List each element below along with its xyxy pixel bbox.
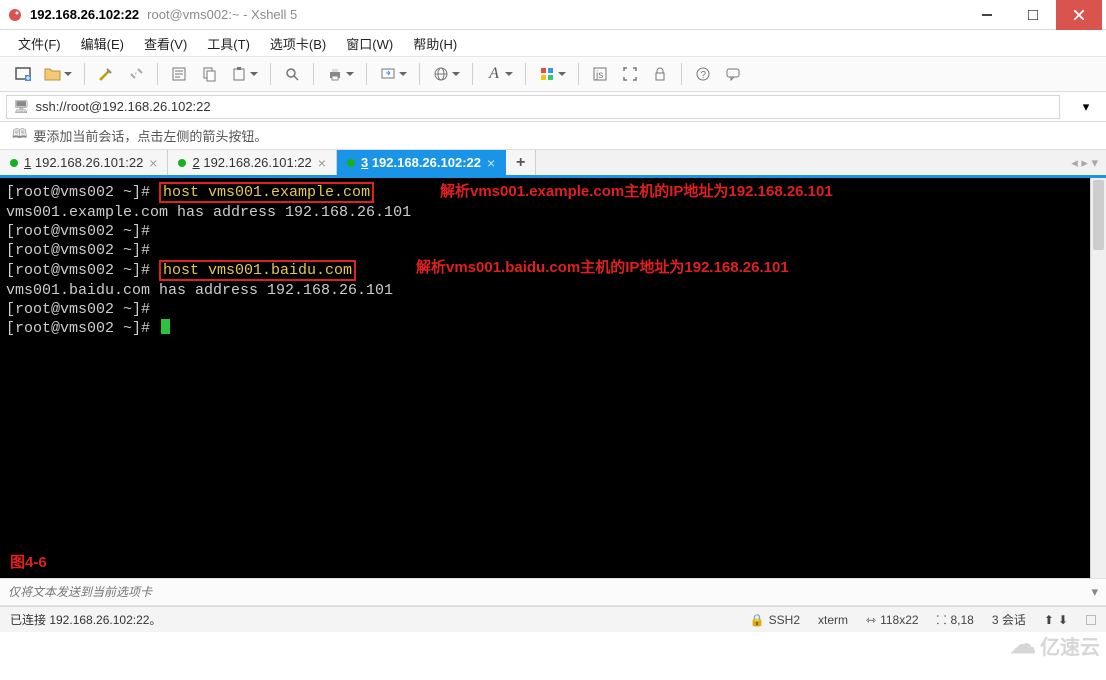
hint-text: 要添加当前会话，点击左侧的箭头按钮。 [33,126,267,145]
terminal-scrollbar[interactable] [1090,178,1106,578]
compose-input[interactable] [8,581,1085,603]
url-scheme-icon: 🖥 [13,99,30,115]
copy-icon[interactable] [196,61,222,87]
toolbar: A js ? [0,56,1106,92]
status-size: 118x22 [880,613,918,627]
annotation-2: 解析vms001.baidu.com主机的IP地址为192.168.26.101 [416,258,789,277]
tab-close-icon[interactable]: × [487,155,495,171]
status-bar: 已连接 192.168.26.102:22。 🔒 SSH2 xterm ⇿ 118x… [0,606,1106,632]
figure-label: 图4-6 [10,553,47,572]
chat-icon[interactable] [720,61,746,87]
status-protocol: SSH2 [769,613,800,627]
open-icon[interactable] [40,61,66,87]
close-button[interactable] [1056,0,1102,30]
menu-view[interactable]: 查看(V) [140,32,191,55]
color-icon[interactable] [534,61,560,87]
tile-down-icon[interactable]: ⬇ [1058,613,1068,627]
disconnect-icon[interactable] [123,61,149,87]
watermark: ☁ 亿速云 [1010,630,1100,660]
tab-nav[interactable]: ◂ ▸ ▾ [1063,150,1106,175]
tab-3[interactable]: 3 192.168.26.102:22 × [337,150,506,175]
size-icon: ⇿ [866,613,876,627]
status-dot-icon [347,159,355,167]
command-2: host vms001.baidu.com [159,260,356,281]
lock-small-icon: 🔒 [750,613,765,627]
menu-edit[interactable]: 编辑(E) [77,32,128,55]
status-dot-icon [10,159,18,167]
command-1: host vms001.example.com [159,182,374,203]
print-icon[interactable] [322,61,348,87]
tab-close-icon[interactable]: × [318,155,326,171]
menu-tabs[interactable]: 选项卡(B) [266,32,330,55]
svg-text:js: js [595,70,603,81]
address-text: ssh://root@192.168.26.102:22 [36,99,211,114]
titlebar: 192.168.26.102:22 root@vms002:~ - Xshell… [0,0,1106,30]
tab-close-icon[interactable]: × [149,155,157,171]
lock-icon[interactable] [647,61,673,87]
svg-text:?: ? [701,70,707,81]
tab-2[interactable]: 2 192.168.26.101:22 × [168,150,336,175]
status-dot-icon [178,159,186,167]
tab-1[interactable]: 1 192.168.26.101:22 × [0,150,168,175]
hint-bar: 🕮 要添加当前会话，点击左侧的箭头按钮。 [0,122,1106,150]
find-icon[interactable] [279,61,305,87]
status-term: xterm [818,613,848,627]
address-field[interactable]: 🖥 ssh://root@192.168.26.102:22 [6,95,1060,119]
status-pos: 8,18 [951,613,974,627]
output-1: vms001.example.com has address 192.168.2… [6,203,1100,222]
cloud-icon: ☁ [1010,630,1036,660]
help-icon[interactable]: ? [690,61,716,87]
maximize-button[interactable] [1010,0,1056,30]
font-icon[interactable]: A [481,61,507,87]
tile-up-icon[interactable]: ⬆ [1044,613,1054,627]
compose-bar: ▾ [0,578,1106,606]
paste-icon[interactable] [226,61,252,87]
output-2: vms001.baidu.com has address 192.168.26.… [6,281,1100,300]
caret-pos-icon: ⸬ [937,611,947,628]
menu-file[interactable]: 文件(F) [14,32,65,55]
minimize-button[interactable] [964,0,1010,30]
terminal[interactable]: [root@vms002 ~]# host vms001.example.com… [0,178,1106,578]
new-session-icon[interactable] [10,61,36,87]
status-connection: 已连接 192.168.26.102:22。 [10,611,732,628]
status-sessions: 3 会话 [992,611,1026,628]
annotation-1: 解析vms001.example.com主机的IP地址为192.168.26.1… [440,182,833,201]
transfer-icon[interactable] [375,61,401,87]
address-bar: 🖥 ssh://root@192.168.26.102:22 ▾ [0,92,1106,122]
window-title-main: 192.168.26.102:22 [30,7,139,22]
cursor [161,319,170,334]
menu-window[interactable]: 窗口(W) [342,32,397,55]
app-icon [6,6,24,24]
window-title-sub: root@vms002:~ - Xshell 5 [147,7,297,22]
menu-help[interactable]: 帮助(H) [409,32,461,55]
bookmark-add-icon[interactable]: 🕮 [12,125,27,147]
compose-dropdown-icon[interactable]: ▾ [1091,584,1098,600]
script-icon[interactable]: js [587,61,613,87]
fullscreen-icon[interactable] [617,61,643,87]
tab-bar: 1 192.168.26.101:22 × 2 192.168.26.101:2… [0,150,1106,178]
reconnect-icon[interactable] [93,61,119,87]
new-tab-button[interactable]: + [506,150,536,175]
menu-tools[interactable]: 工具(T) [203,32,254,55]
properties-icon[interactable] [166,61,192,87]
caps-indicator [1086,615,1096,625]
menubar: 文件(F) 编辑(E) 查看(V) 工具(T) 选项卡(B) 窗口(W) 帮助(… [0,30,1106,56]
globe-icon[interactable] [428,61,454,87]
address-dropdown[interactable]: ▾ [1066,99,1106,115]
